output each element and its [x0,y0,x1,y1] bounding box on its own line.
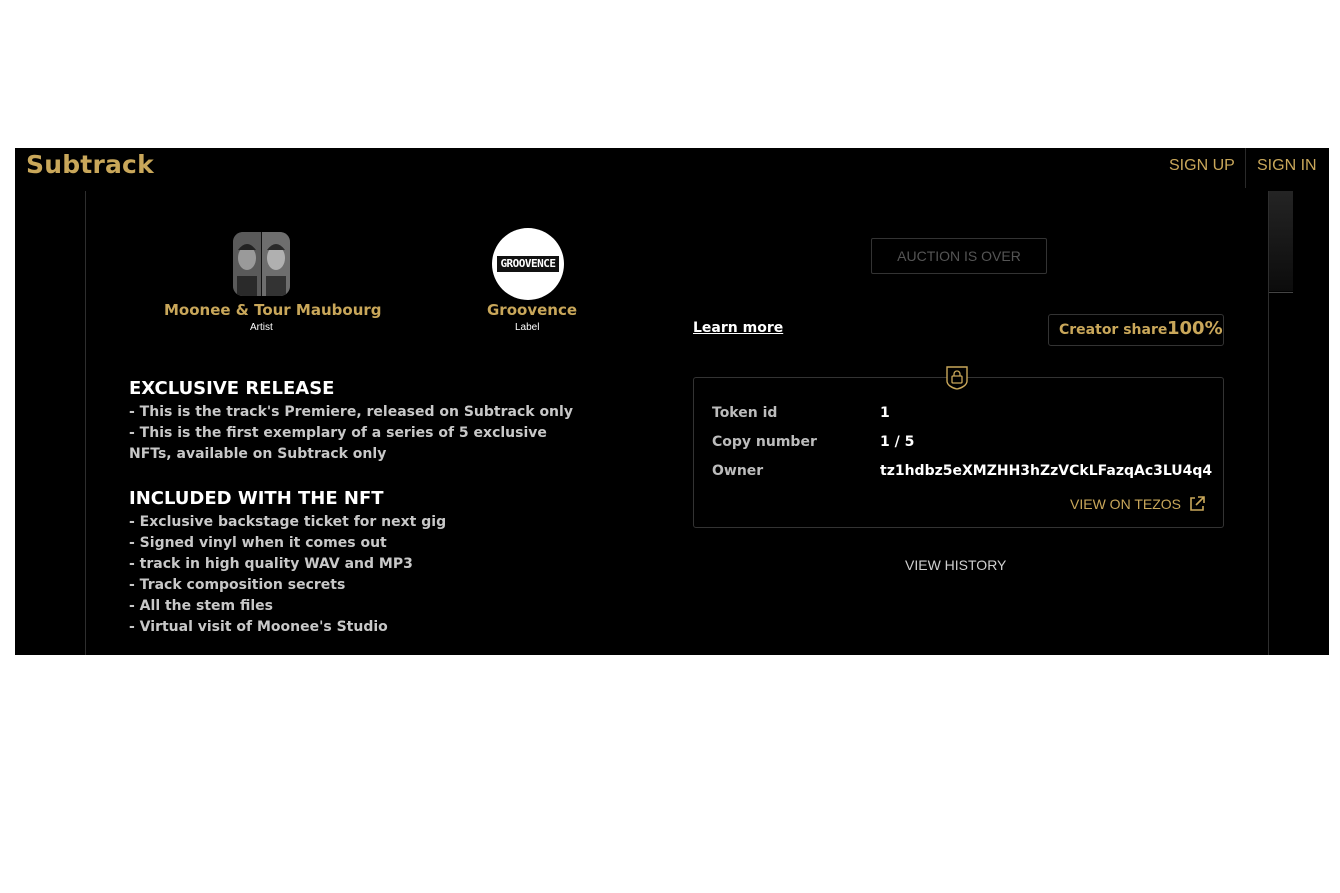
auction-status-button[interactable]: AUCTION IS OVER [871,238,1047,274]
sign-up-button[interactable]: SIGN UP [1169,148,1235,188]
owner-address[interactable]: tz1hdbz5eXMZHH3hZzVCkLFazqAc3LU4q42 [880,463,1212,479]
included-item: - Track composition secrets [129,577,346,593]
app-window: Subtrack SIGN UP SIGN IN Moonee & Tour M… [15,148,1329,655]
included-title: INCLUDED WITH THE NFT [129,488,384,509]
artist-role: Artist [250,322,273,333]
external-link-icon [1190,496,1205,511]
owner-label: Owner [712,463,764,479]
scrollbar-thumb[interactable] [1269,191,1293,291]
logo[interactable]: Subtrack [26,150,154,179]
token-id-label: Token id [712,405,778,421]
artist-avatar[interactable] [233,232,290,296]
copy-number-value: 1 / 5 [880,434,915,450]
token-id-value: 1 [880,405,890,421]
artist-name[interactable]: Moonee & Tour Maubourg [164,301,382,319]
view-on-tezos-label: VIEW ON TEZOS [1070,496,1181,512]
learn-more-link[interactable]: Learn more [693,320,783,336]
included-item: - Signed vinyl when it comes out [129,535,387,551]
exclusive-line: - This is the first exemplary of a serie… [129,425,547,462]
copy-number-label: Copy number [712,434,817,450]
token-card: Token id 1 Copy number 1 / 5 Owner tz1hd… [693,377,1224,528]
included-item: - track in high quality WAV and MP3 [129,556,413,572]
label-logo-text: GROOVENCE [497,256,559,272]
included-item: - All the stem files [129,598,274,614]
view-history-button[interactable]: VIEW HISTORY [905,557,1006,573]
view-on-tezos-link[interactable]: VIEW ON TEZOS [1070,496,1205,512]
artist-photo [233,232,290,296]
included-item: - Virtual visit of Moonee's Studio [129,619,388,635]
nav-divider [1245,148,1246,188]
creator-share-badge: Creator share 100% [1048,314,1224,346]
sign-in-button[interactable]: SIGN IN [1257,148,1317,188]
top-bar: Subtrack SIGN UP SIGN IN [15,148,1329,188]
exclusive-release-title: EXCLUSIVE RELEASE [129,378,335,399]
content-border-left [85,191,86,655]
label-name[interactable]: Groovence [487,301,577,319]
label-avatar[interactable]: GROOVENCE [492,228,564,300]
exclusive-line: - This is the track's Premiere, released… [129,404,573,420]
scrollbar-divider [1269,292,1293,293]
included-item: - Exclusive backstage ticket for next gi… [129,514,447,530]
creator-share-value: 100% [1167,318,1223,339]
lock-icon [946,366,968,390]
label-role: Label [515,322,540,333]
creator-share-label: Creator share [1059,322,1168,338]
